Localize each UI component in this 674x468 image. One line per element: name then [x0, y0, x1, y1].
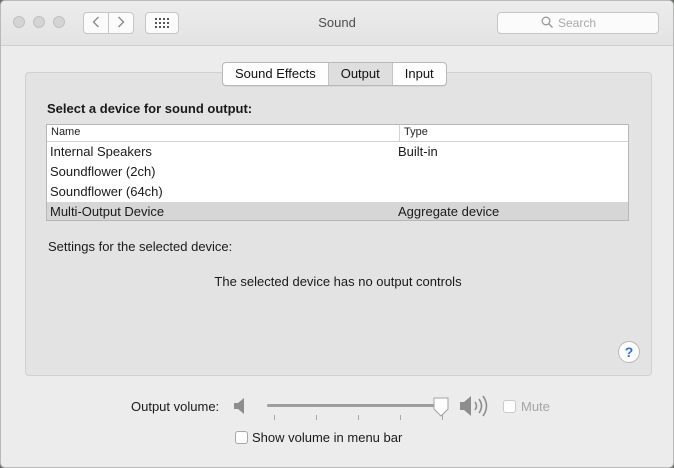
help-icon: ?	[624, 344, 634, 360]
help-button[interactable]: ?	[618, 341, 640, 363]
column-header-name[interactable]: Name	[47, 125, 400, 141]
mute-checkbox[interactable]: Mute	[503, 399, 550, 414]
tab-output[interactable]: Output	[327, 63, 392, 85]
device-type	[395, 182, 398, 202]
slider-fill	[267, 404, 442, 407]
device-table: Name Type Internal Speakers Built-in Sou…	[46, 124, 629, 221]
speaker-high-icon	[459, 394, 493, 421]
speaker-low-icon	[233, 397, 247, 418]
device-type: Built-in	[398, 144, 438, 159]
device-name: Internal Speakers	[50, 144, 152, 159]
search-icon	[541, 16, 554, 32]
output-volume-label: Output volume:	[131, 399, 220, 414]
output-volume-slider[interactable]	[265, 395, 449, 423]
slider-thumb[interactable]	[433, 397, 449, 417]
output-panel	[25, 72, 652, 376]
device-type: Aggregate device	[398, 204, 500, 219]
table-row[interactable]: Soundflower (2ch)	[47, 162, 628, 182]
slider-tick	[316, 415, 317, 420]
tab-input[interactable]: Input	[391, 63, 446, 85]
title-bar: Sound	[1, 1, 673, 46]
table-row[interactable]: Internal Speakers Built-in	[47, 142, 628, 162]
tab-bar: Sound Effects Output Input	[222, 62, 447, 86]
table-header: Name Type	[47, 125, 628, 142]
slider-tick	[400, 415, 401, 420]
show-volume-checkbox[interactable]: Show volume in menu bar	[235, 430, 402, 445]
search-input[interactable]	[497, 12, 659, 34]
no-controls-message: The selected device has no output contro…	[214, 274, 462, 289]
device-type	[395, 162, 398, 182]
mute-checkbox-box[interactable]	[503, 400, 516, 413]
settings-label: Settings for the selected device:	[48, 239, 233, 254]
section-title: Select a device for sound output:	[47, 101, 253, 116]
show-volume-checkbox-box[interactable]	[235, 431, 248, 444]
table-row[interactable]: Soundflower (64ch)	[47, 182, 628, 202]
slider-tick	[358, 415, 359, 420]
slider-tick	[274, 415, 275, 420]
show-volume-label: Show volume in menu bar	[252, 430, 403, 445]
device-name: Soundflower (2ch)	[50, 164, 156, 179]
device-name: Multi-Output Device	[50, 204, 165, 219]
mute-label: Mute	[521, 399, 550, 414]
column-header-type[interactable]: Type	[400, 125, 428, 141]
tab-sound-effects[interactable]: Sound Effects	[223, 63, 328, 85]
sound-preferences-window: Sound Sound Effects Output Input Select …	[0, 0, 674, 468]
table-row-selected[interactable]: Multi-Output Device Aggregate device	[47, 202, 628, 220]
device-name: Soundflower (64ch)	[50, 184, 163, 199]
